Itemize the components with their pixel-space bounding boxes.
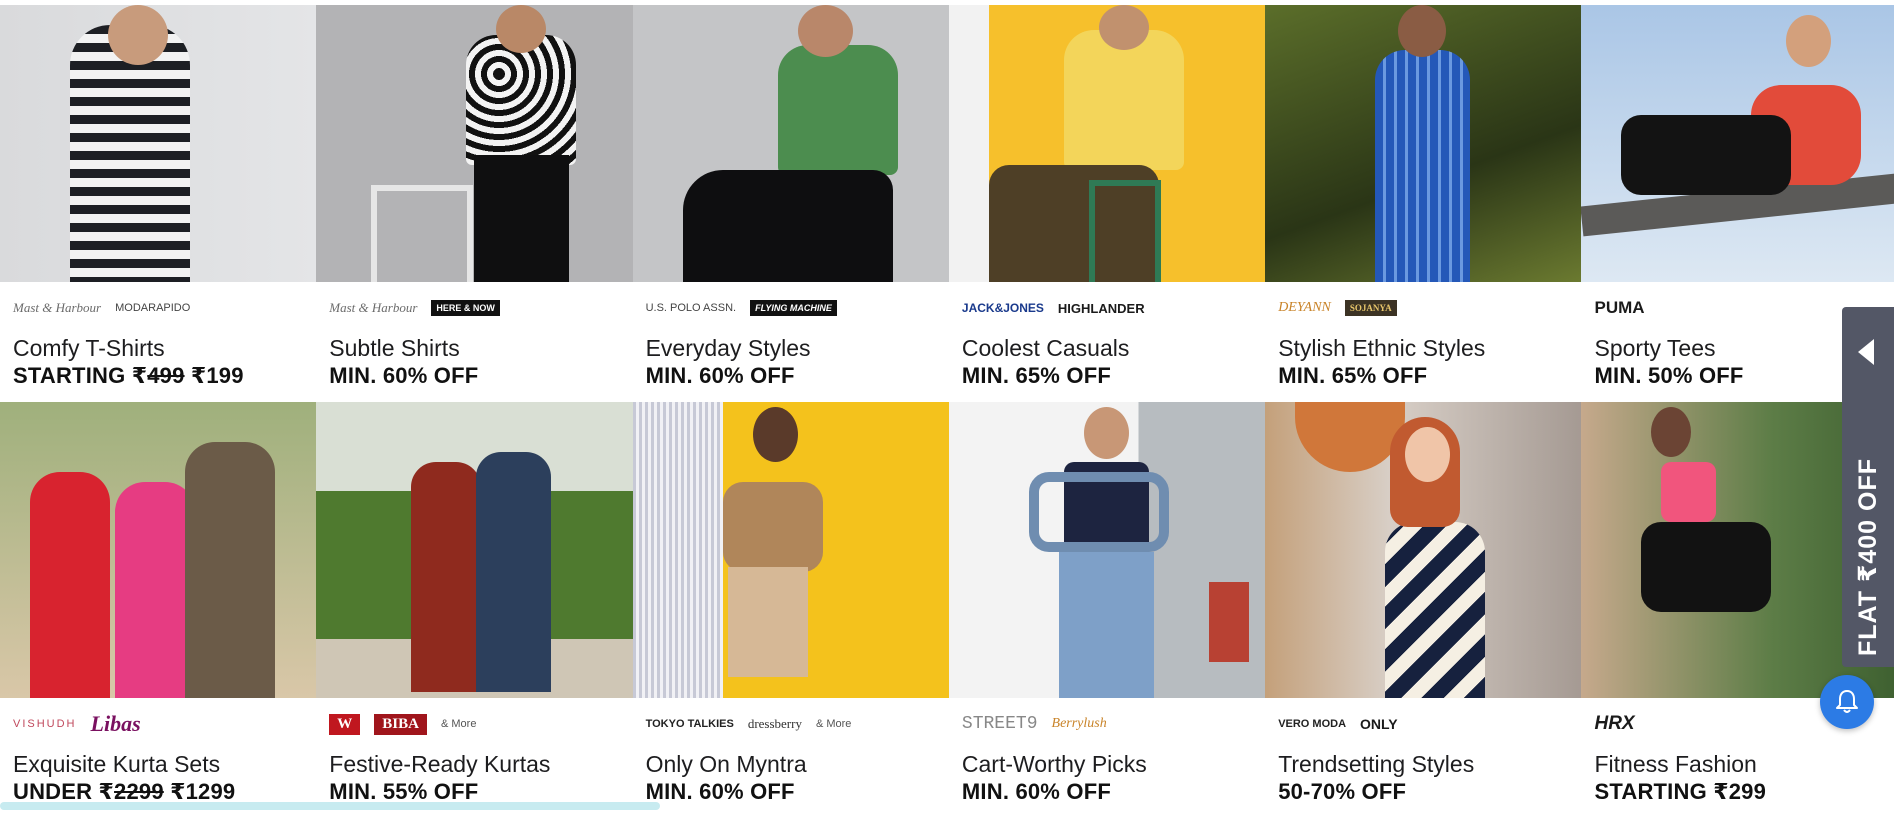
brand-logo: Mast & Harbour [13, 300, 102, 315]
card-title: Fitness Fashion [1594, 751, 1757, 777]
side-banner-text: FLAT ₹400 OFF [1854, 458, 1882, 656]
brand-logo: HIGHLANDER [1057, 300, 1145, 316]
product-image[interactable] [316, 5, 633, 282]
brand-logo: FLYING MACHINE [750, 300, 837, 316]
more-brands-text: & More [440, 718, 477, 730]
offer-row-2: VISHUDH Libas Exquisite Kurta Sets UNDER… [0, 402, 1894, 818]
card-offer: MIN. 65% OFF [1278, 363, 1428, 388]
bell-icon [1836, 690, 1858, 713]
brand-logo: Berrylush [1051, 716, 1107, 731]
brand-logo: VERO MODA [1278, 718, 1347, 730]
offer-card-everyday-styles[interactable]: U.S. POLO ASSN. FLYING MACHINE Everyday … [632, 5, 949, 402]
brand-logos: DEYANN SOJANYA [1265, 282, 1581, 334]
card-title: Exquisite Kurta Sets [13, 751, 221, 777]
product-image[interactable] [632, 5, 949, 282]
brand-logo: ONLY [1360, 716, 1398, 732]
offer-card-stylish-ethnic[interactable]: DEYANN SOJANYA Stylish Ethnic Styles MIN… [1265, 5, 1582, 402]
card-title: Only On Myntra [645, 751, 807, 777]
card-title: Comfy T-Shirts [13, 335, 165, 361]
offer-card-coolest-casuals[interactable]: JACK&JONES HIGHLANDER Coolest Casuals MI… [948, 5, 1266, 402]
card-title: Coolest Casuals [961, 335, 1130, 361]
offer-card-only-on-myntra[interactable]: TOKYO TALKIES dressberry & More Only On … [632, 402, 949, 818]
brand-logo: U.S. POLO ASSN. [645, 302, 737, 314]
brand-logo: TOKYO TALKIES [645, 718, 734, 730]
brand-logos: JACK&JONES HIGHLANDER [949, 282, 1265, 334]
brand-logos: VISHUDH Libas [0, 698, 316, 750]
product-image[interactable] [948, 402, 1266, 698]
product-image[interactable] [0, 402, 317, 698]
card-offer: MIN. 60% OFF [645, 779, 795, 804]
card-offer: STARTING ₹499 ₹199 [13, 363, 244, 388]
product-image[interactable] [316, 402, 633, 698]
card-offer: MIN. 60% OFF [961, 779, 1111, 804]
offer-card-trendsetting-styles[interactable]: VERO MODA ONLY Trendsetting Styles 50-70… [1265, 402, 1582, 818]
chevron-left-icon[interactable] [1858, 339, 1874, 365]
card-title: Subtle Shirts [329, 335, 460, 361]
brand-logos: VERO MODA ONLY [1265, 698, 1581, 750]
card-offer: STARTING ₹299 [1594, 779, 1767, 804]
card-title: Festive-Ready Kurtas [329, 751, 551, 777]
card-title: Cart-Worthy Picks [961, 751, 1147, 777]
flat-offer-side-banner[interactable]: FLAT ₹400 OFF [1842, 307, 1894, 667]
product-image[interactable] [1265, 5, 1582, 282]
offer-card-subtle-shirts[interactable]: Mast & Harbour HERE & NOW Subtle Shirts … [316, 5, 633, 402]
brand-logos: TOKYO TALKIES dressberry & More [633, 698, 949, 750]
more-brands-text: & More [815, 718, 852, 730]
horizontal-scrollbar[interactable] [0, 802, 660, 810]
brand-logos: W BIBA & More [316, 698, 632, 750]
brand-logo: HERE & NOW [431, 300, 500, 316]
brand-logo: JACK&JONES [961, 301, 1044, 315]
card-offer: 50-70% OFF [1278, 779, 1407, 804]
brand-logo: VISHUDH [13, 718, 77, 730]
brand-logo: dressberry [747, 716, 802, 731]
brand-logos: Mast & Harbour HERE & NOW [316, 282, 632, 334]
brand-logo: HRX [1594, 713, 1635, 734]
card-title: Trendsetting Styles [1278, 751, 1475, 777]
offer-card-comfy-tshirts[interactable]: Mast & Harbour MODARAPIDO Comfy T-Shirts… [0, 5, 317, 402]
offer-card-exquisite-kurta-sets[interactable]: VISHUDH Libas Exquisite Kurta Sets UNDER… [0, 402, 317, 818]
product-image[interactable] [948, 5, 1266, 282]
card-offer: MIN. 60% OFF [645, 363, 795, 388]
card-title: Everyday Styles [645, 335, 811, 361]
brand-logo: Mast & Harbour [329, 300, 418, 315]
product-image[interactable] [1581, 5, 1894, 282]
offer-card-festive-ready-kurtas[interactable]: W BIBA & More Festive-Ready Kurtas MIN. … [316, 402, 633, 818]
brand-logo: MODARAPIDO [115, 302, 191, 314]
product-image[interactable] [1265, 402, 1582, 698]
brand-logo: STREET9 [961, 714, 1038, 734]
card-offer: MIN. 65% OFF [961, 363, 1111, 388]
brand-logos: U.S. POLO ASSN. FLYING MACHINE [633, 282, 949, 334]
offer-grid: Mast & Harbour MODARAPIDO Comfy T-Shirts… [0, 5, 1894, 818]
offer-row-1: Mast & Harbour MODARAPIDO Comfy T-Shirts… [0, 5, 1894, 402]
brand-logo: W [329, 713, 361, 735]
brand-logo: PUMA [1594, 298, 1645, 317]
brand-logos: Mast & Harbour MODARAPIDO [0, 282, 316, 334]
brand-logos: STREET9 Berrylush [949, 698, 1265, 750]
product-image[interactable] [0, 5, 317, 282]
notification-button[interactable] [1820, 675, 1874, 729]
offer-card-cart-worthy-picks[interactable]: STREET9 Berrylush Cart-Worthy Picks MIN.… [948, 402, 1266, 818]
brand-logo: SOJANYA [1344, 300, 1397, 316]
brand-logo: BIBA [374, 713, 427, 735]
card-offer: MIN. 60% OFF [329, 363, 479, 388]
brand-logo: DEYANN [1278, 300, 1331, 315]
product-image[interactable] [632, 402, 949, 698]
card-title: Stylish Ethnic Styles [1278, 335, 1486, 361]
brand-logo: Libas [90, 711, 141, 736]
